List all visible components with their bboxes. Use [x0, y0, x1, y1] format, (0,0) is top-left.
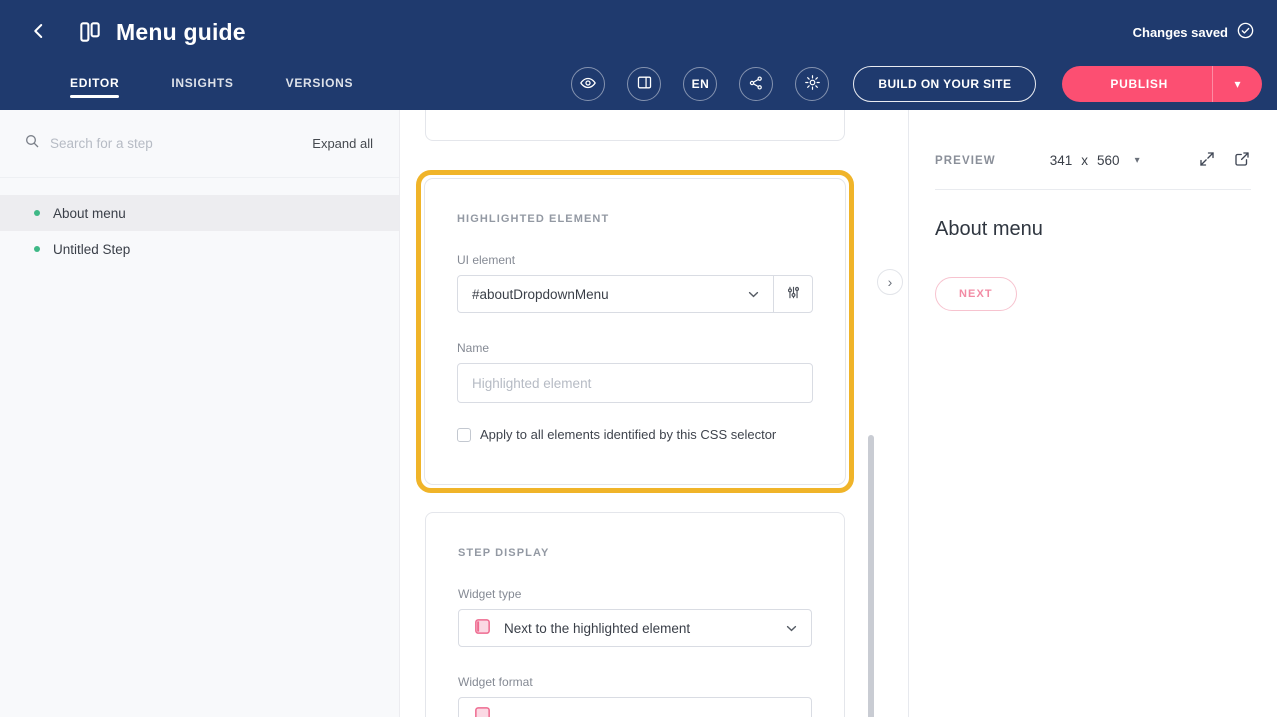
external-link-icon — [1233, 150, 1251, 171]
chevron-left-icon — [30, 22, 48, 43]
preview-header: PREVIEW 341 x 560 ▾ — [935, 150, 1251, 190]
apply-all-checkbox[interactable] — [457, 428, 471, 442]
tab-editor[interactable]: EDITOR — [70, 66, 119, 102]
top-bar-tabs-row: EDITOR INSIGHTS VERSIONS EN — [0, 58, 1277, 110]
name-label: Name — [457, 341, 813, 355]
settings-button[interactable] — [795, 67, 829, 101]
preview-panel: PREVIEW 341 x 560 ▾ — [908, 110, 1277, 717]
app: Menu guide Changes saved EDITOR INSIGHTS… — [0, 0, 1277, 717]
top-bar: Menu guide Changes saved EDITOR INSIGHTS… — [0, 0, 1277, 110]
step-status-dot — [34, 246, 40, 252]
preview-fullscreen-button[interactable] — [1198, 150, 1216, 171]
editor-scrollbar-thumb[interactable] — [868, 435, 874, 717]
tab-versions[interactable]: VERSIONS — [286, 66, 354, 102]
app-logo-icon — [76, 18, 104, 46]
sliders-icon — [785, 284, 802, 304]
steps-sidebar: Expand all About menu Untitled Step — [0, 110, 400, 717]
preview-panel-title: PREVIEW — [935, 155, 996, 167]
chevron-down-icon — [786, 625, 797, 632]
chevron-down-icon — [748, 291, 759, 298]
chevron-right-icon: › — [888, 275, 893, 289]
ui-element-value: #aboutDropdownMenu — [472, 287, 609, 302]
previous-settings-card — [425, 110, 845, 141]
widget-type-value: Next to the highlighted element — [504, 621, 690, 636]
page-body: Expand all About menu Untitled Step HIGH… — [0, 110, 1277, 717]
expand-icon — [1198, 150, 1216, 171]
layout-icon — [636, 74, 653, 94]
preview-next-button[interactable]: NEXT — [935, 277, 1017, 311]
changes-saved-label: Changes saved — [1133, 25, 1228, 40]
chevron-down-icon: ▾ — [1135, 155, 1140, 166]
widget-type-icon — [473, 617, 492, 639]
apply-all-row: Apply to all elements identified by this… — [457, 427, 813, 442]
build-on-your-site-button[interactable]: BUILD ON YOUR SITE — [853, 66, 1036, 102]
step-label: About menu — [53, 206, 126, 221]
language-button[interactable]: EN — [683, 67, 717, 101]
step-search-row: Expand all — [0, 110, 399, 178]
apply-all-label: Apply to all elements identified by this… — [480, 427, 776, 442]
chevron-down-icon: ▾ — [1234, 77, 1240, 91]
widget-type-select[interactable]: Next to the highlighted element — [458, 609, 812, 647]
preview-step-title: About menu — [935, 218, 1251, 241]
widget-format-select[interactable] — [458, 697, 812, 717]
step-item-untitled-step[interactable]: Untitled Step — [0, 231, 399, 267]
search-icon — [24, 133, 40, 154]
preview-width-value: 341 — [1050, 153, 1073, 168]
highlighted-element-name-input[interactable] — [457, 363, 813, 403]
expand-all-link[interactable]: Expand all — [312, 136, 373, 151]
gear-icon — [804, 74, 821, 94]
ui-element-label: UI element — [457, 253, 813, 267]
widget-format-icon — [473, 705, 492, 717]
tab-insights[interactable]: INSIGHTS — [171, 66, 233, 102]
highlighted-element-card: HIGHLIGHTED ELEMENT UI element #aboutDro… — [424, 178, 846, 485]
section-title: STEP DISPLAY — [458, 547, 812, 559]
ui-element-control: #aboutDropdownMenu — [457, 275, 813, 313]
search-step-input[interactable] — [50, 136, 312, 151]
check-circle-icon — [1236, 21, 1255, 43]
share-icon — [748, 75, 764, 94]
publish-dropdown-button[interactable]: ▾ — [1212, 66, 1262, 102]
step-editor-column: HIGHLIGHTED ELEMENT UI element #aboutDro… — [400, 110, 908, 717]
preview-dimensions-select[interactable]: 341 x 560 ▾ — [1050, 153, 1140, 168]
steps-list: About menu Untitled Step — [0, 178, 399, 267]
share-button[interactable] — [739, 67, 773, 101]
publish-button[interactable]: PUBLISH — [1062, 66, 1212, 102]
eye-icon — [579, 74, 597, 95]
widget-type-label: Widget type — [458, 587, 812, 601]
widget-format-label: Widget format — [458, 675, 812, 689]
open-in-new-tab-button[interactable] — [1233, 150, 1251, 171]
step-display-card: STEP DISPLAY Widget type Next to the hig… — [425, 512, 845, 717]
page-title: Menu guide — [116, 19, 246, 46]
publish-split-button: PUBLISH ▾ — [1062, 66, 1262, 102]
selector-settings-button[interactable] — [773, 275, 813, 313]
preview-height-value: 560 — [1097, 153, 1120, 168]
back-button[interactable] — [24, 17, 54, 47]
preview-panel-toggle-button[interactable]: › — [877, 269, 903, 295]
dimensions-separator: x — [1081, 153, 1088, 168]
ui-element-select[interactable]: #aboutDropdownMenu — [457, 275, 774, 313]
preview-content: About menu NEXT — [909, 190, 1277, 311]
preview-eye-button[interactable] — [571, 67, 605, 101]
step-label: Untitled Step — [53, 242, 130, 257]
language-code: EN — [692, 77, 710, 91]
step-item-about-menu[interactable]: About menu — [0, 195, 399, 231]
highlighted-element-spotlight-ring: HIGHLIGHTED ELEMENT UI element #aboutDro… — [416, 170, 854, 493]
top-bar-title-row: Menu guide Changes saved — [0, 0, 1277, 58]
section-title: HIGHLIGHTED ELEMENT — [457, 213, 813, 225]
changes-saved-status: Changes saved — [1133, 21, 1255, 43]
layout-button[interactable] — [627, 67, 661, 101]
step-status-dot — [34, 210, 40, 216]
